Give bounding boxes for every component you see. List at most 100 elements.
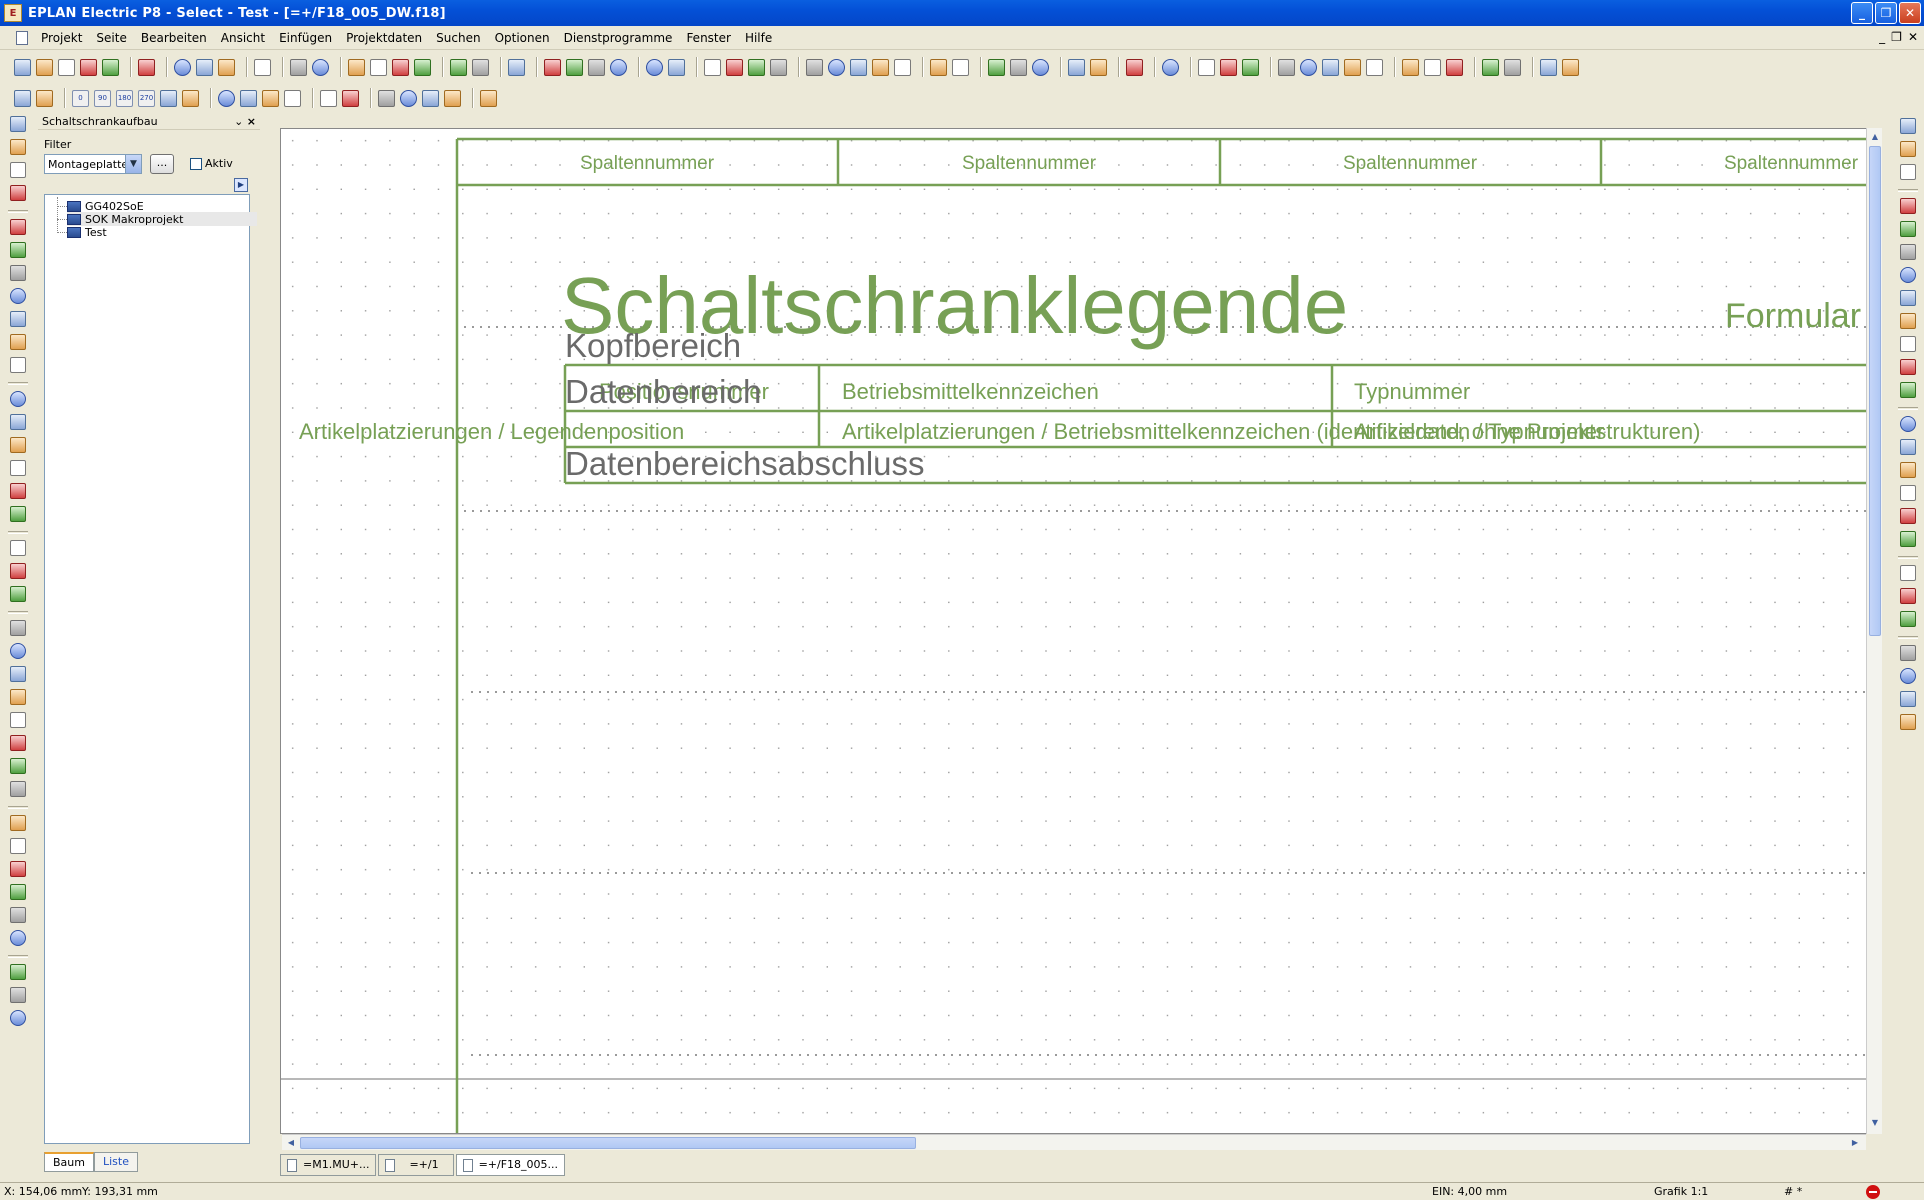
left-tool-icon-29[interactable]	[10, 815, 26, 831]
main-tool-icon-18[interactable]	[472, 58, 489, 76]
secondary-tool-icon-1[interactable]	[14, 89, 31, 107]
secondary-tool-icon-12[interactable]	[284, 89, 301, 107]
left-tool-icon-8[interactable]	[10, 288, 26, 304]
main-tool-icon-14[interactable]	[370, 58, 387, 76]
main-tool-icon-2[interactable]	[36, 58, 53, 76]
rotate-0-button[interactable]: 0	[72, 89, 89, 107]
main-tool-icon-10[interactable]	[254, 58, 271, 76]
right-tool-icon-6[interactable]	[1900, 244, 1916, 260]
left-tool-icon-33[interactable]	[10, 907, 26, 923]
right-tool-icon-12[interactable]	[1900, 382, 1916, 398]
right-tool-icon-7[interactable]	[1900, 267, 1916, 283]
secondary-tool-icon-18[interactable]	[444, 89, 461, 107]
main-tool-icon-53[interactable]	[1424, 58, 1441, 76]
main-tool-icon-38[interactable]	[1010, 58, 1027, 76]
right-tool-icon-9[interactable]	[1900, 313, 1916, 329]
menu-hilfe[interactable]: Hilfe	[738, 31, 779, 45]
tree-item-sok-makroprojekt[interactable]: SOK Makroprojekt	[67, 212, 257, 226]
page-tab-2[interactable]: =+/1	[378, 1154, 454, 1176]
chevron-down-icon[interactable]: ▼	[125, 155, 141, 173]
left-tool-icon-24[interactable]	[10, 689, 26, 705]
main-tool-icon-39[interactable]	[1032, 58, 1049, 76]
menu-projektdaten[interactable]: Projektdaten	[339, 31, 429, 45]
left-tool-icon-20[interactable]	[10, 586, 26, 602]
scroll-down-icon[interactable]: ▼	[1868, 1116, 1882, 1130]
secondary-tool-icon-17[interactable]	[422, 89, 439, 107]
secondary-tool-icon-7[interactable]	[160, 89, 177, 107]
left-tool-icon-16[interactable]	[10, 483, 26, 499]
left-tool-icon-36[interactable]	[10, 987, 26, 1003]
right-tool-icon-19[interactable]	[1900, 565, 1916, 581]
main-tool-icon-13[interactable]	[348, 58, 365, 76]
main-tool-icon-42[interactable]	[1126, 58, 1143, 76]
tree-item-test[interactable]: Test	[67, 225, 107, 239]
vertical-scrollbar[interactable]: ▲ ▼	[1866, 128, 1882, 1134]
filter-options-button[interactable]: ...	[150, 154, 174, 174]
left-tool-icon-1[interactable]	[10, 116, 26, 132]
left-tool-icon-19[interactable]	[10, 563, 26, 579]
filter-select[interactable]: Montageplatte l ▼	[44, 154, 142, 174]
main-tool-icon-28[interactable]	[748, 58, 765, 76]
main-tool-icon-20[interactable]	[544, 58, 561, 76]
main-tool-icon-21[interactable]	[566, 58, 583, 76]
right-tool-icon-2[interactable]	[1900, 141, 1916, 157]
close-button[interactable]: ✕	[1899, 2, 1921, 24]
panel-close-icon[interactable]: ×	[247, 115, 256, 128]
main-tool-icon-24[interactable]	[646, 58, 663, 76]
main-tool-icon-36[interactable]	[952, 58, 969, 76]
right-tool-icon-25[interactable]	[1900, 714, 1916, 730]
main-tool-icon-44[interactable]	[1198, 58, 1215, 76]
main-tool-icon-12[interactable]	[312, 58, 329, 76]
left-tool-icon-23[interactable]	[10, 666, 26, 682]
main-tool-icon-56[interactable]	[1504, 58, 1521, 76]
left-tool-icon-11[interactable]	[10, 357, 26, 373]
left-tool-icon-18[interactable]	[10, 540, 26, 556]
main-tool-icon-8[interactable]	[196, 58, 213, 76]
main-tool-icon-34[interactable]	[894, 58, 911, 76]
menu-ansicht[interactable]: Ansicht	[214, 31, 272, 45]
main-tool-icon-57[interactable]	[1540, 58, 1557, 76]
main-tool-icon-25[interactable]	[668, 58, 685, 76]
tree-item-gg402soe[interactable]: GG402SoE	[67, 199, 144, 213]
left-tool-icon-3[interactable]	[10, 162, 26, 178]
scroll-right-icon[interactable]: ▶	[1848, 1136, 1862, 1150]
main-tool-icon-3[interactable]	[58, 58, 75, 76]
main-tool-icon-58[interactable]	[1562, 58, 1579, 76]
main-tool-icon-45[interactable]	[1220, 58, 1237, 76]
right-tool-icon-17[interactable]	[1900, 508, 1916, 524]
left-tool-icon-31[interactable]	[10, 861, 26, 877]
main-tool-icon-29[interactable]	[770, 58, 787, 76]
left-tool-icon-28[interactable]	[10, 781, 26, 797]
mdi-restore-icon[interactable]: ❐	[1891, 30, 1902, 44]
page-tab-1[interactable]: =M1.MU+...	[280, 1154, 377, 1176]
main-tool-icon-22[interactable]	[588, 58, 605, 76]
main-tool-icon-1[interactable]	[14, 58, 31, 76]
main-tool-icon-54[interactable]	[1446, 58, 1463, 76]
right-tool-icon-24[interactable]	[1900, 691, 1916, 707]
eplan-app-icon[interactable]: E	[4, 4, 22, 22]
left-tool-icon-7[interactable]	[10, 265, 26, 281]
main-tool-icon-17[interactable]	[450, 58, 467, 76]
main-tool-icon-41[interactable]	[1090, 58, 1107, 76]
left-tool-icon-12[interactable]	[10, 391, 26, 407]
main-tool-icon-19[interactable]	[508, 58, 525, 76]
main-tool-icon-55[interactable]	[1482, 58, 1499, 76]
right-tool-icon-14[interactable]	[1900, 439, 1916, 455]
main-tool-icon-32[interactable]	[850, 58, 867, 76]
secondary-tool-icon-10[interactable]	[240, 89, 257, 107]
aktiv-checkbox[interactable]: Aktiv	[190, 157, 233, 170]
secondary-tool-icon-13[interactable]	[320, 89, 337, 107]
menu-seite[interactable]: Seite	[89, 31, 133, 45]
scroll-left-icon[interactable]: ◀	[284, 1136, 298, 1150]
left-tool-icon-34[interactable]	[10, 930, 26, 946]
horizontal-scroll-thumb[interactable]	[300, 1137, 916, 1149]
left-tool-icon-22[interactable]	[10, 643, 26, 659]
secondary-tool-icon-14[interactable]	[342, 89, 359, 107]
main-tool-icon-50[interactable]	[1344, 58, 1361, 76]
right-tool-icon-23[interactable]	[1900, 668, 1916, 684]
main-tool-icon-11[interactable]	[290, 58, 307, 76]
main-tool-icon-37[interactable]	[988, 58, 1005, 76]
left-tool-icon-26[interactable]	[10, 735, 26, 751]
left-tool-icon-35[interactable]	[10, 964, 26, 980]
mdi-close-icon[interactable]: ✕	[1908, 30, 1918, 44]
